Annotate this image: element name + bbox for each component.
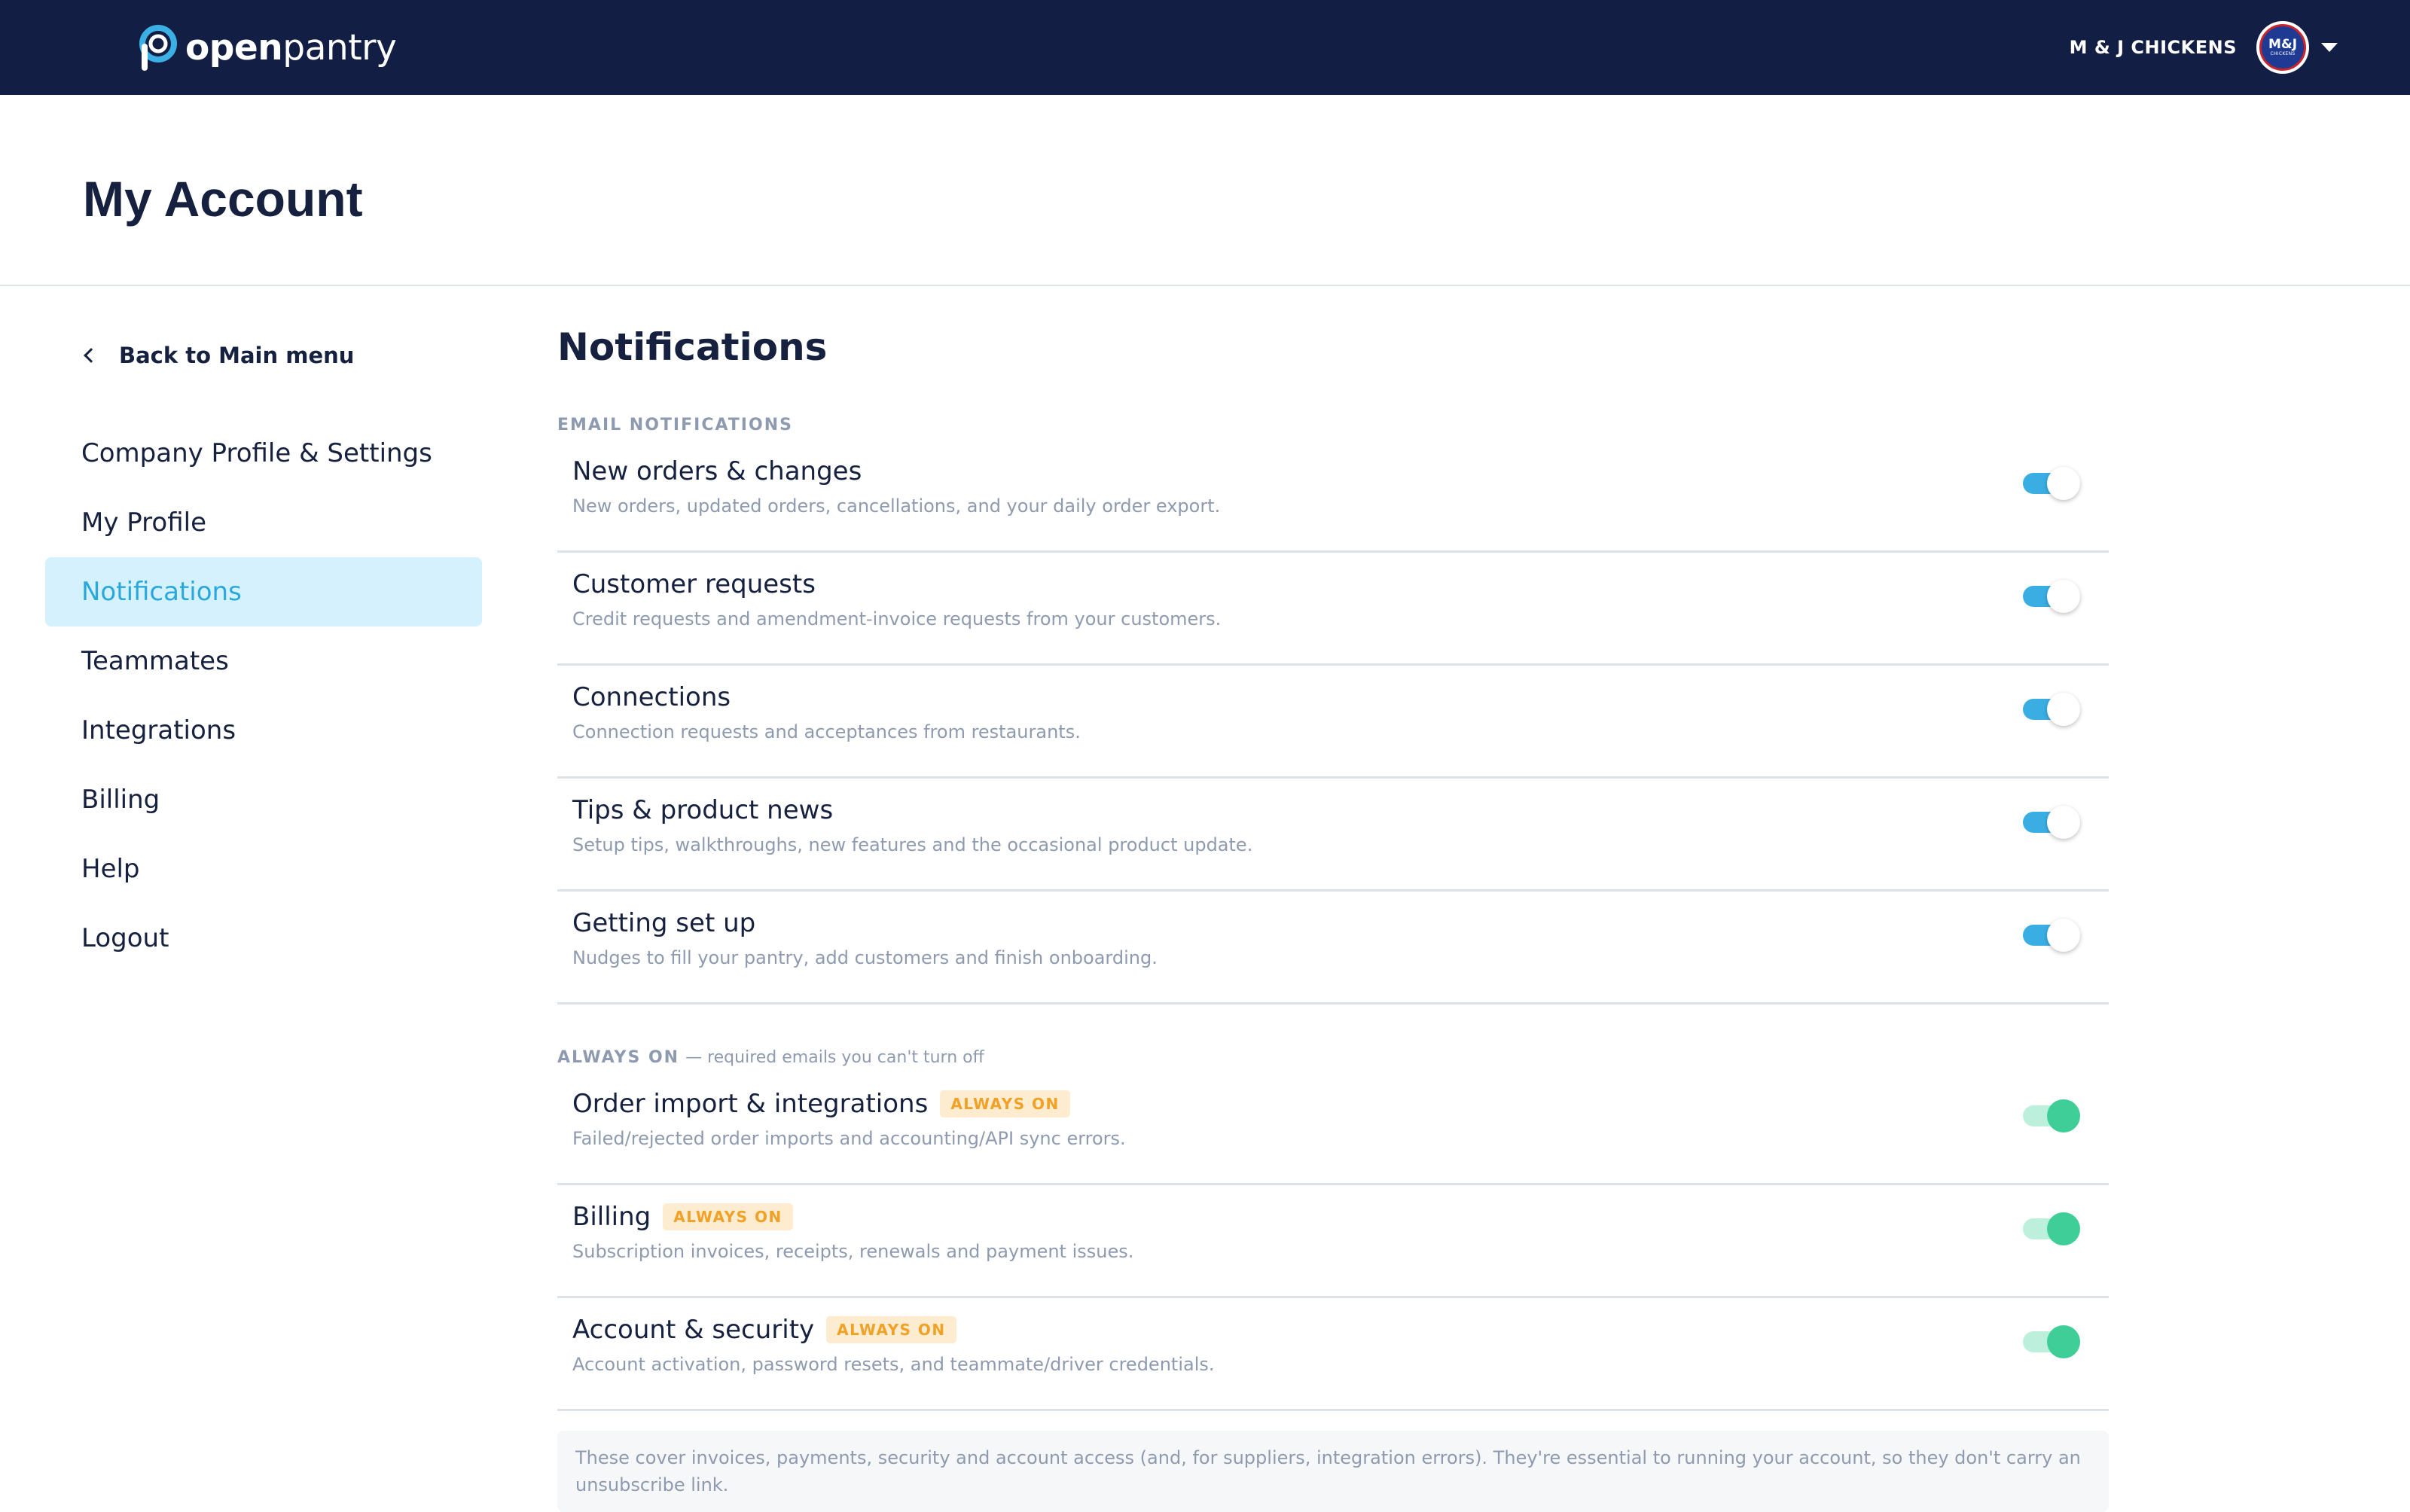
customer-requests-toggle[interactable]: [2023, 580, 2080, 614]
logo-wordmark: openpantry: [185, 26, 397, 69]
row-title: New orders & changes: [572, 456, 862, 486]
group-label-text: ALWAYS ON: [557, 1047, 680, 1067]
row-description: Nudges to fill your pantry, add customer…: [572, 947, 1158, 968]
account-security-toggle-locked: [2023, 1325, 2080, 1360]
row-description: Account activation, password resets, and…: [572, 1354, 1215, 1375]
page-header: My Account: [0, 95, 2410, 286]
row-title: Account & security: [572, 1315, 815, 1345]
notification-row-connections: Connections Connection requests and acce…: [557, 666, 2109, 779]
group-sublabel: — required emails you can't turn off: [685, 1047, 984, 1067]
row-description: Subscription invoices, receipts, renewal…: [572, 1241, 1134, 1262]
company-logo-icon: M&J CHICKENS: [2259, 24, 2306, 71]
chevron-down-icon[interactable]: [2321, 43, 2338, 52]
connections-toggle[interactable]: [2023, 693, 2080, 727]
notification-row-billing: Billing ALWAYS ON Subscription invoices,…: [557, 1185, 2109, 1298]
notification-row-account-security: Account & security ALWAYS ON Account act…: [557, 1298, 2109, 1411]
avatar-text: M&J: [2268, 36, 2298, 52]
always-on-label: ALWAYS ON — required emails you can't tu…: [557, 1042, 2109, 1072]
row-title: Billing: [572, 1202, 651, 1232]
always-on-note: These cover invoices, payments, security…: [557, 1431, 2109, 1512]
sidebar-item-company-profile[interactable]: Company Profile & Settings: [45, 419, 482, 488]
row-title: Tips & product news: [572, 795, 834, 825]
always-on-badge: ALWAYS ON: [663, 1203, 793, 1230]
email-notifications-label: EMAIL NOTIFICATIONS: [557, 410, 2109, 440]
row-title: Customer requests: [572, 569, 816, 599]
tips-toggle[interactable]: [2023, 806, 2080, 840]
getting-set-up-toggle[interactable]: [2023, 919, 2080, 953]
notification-row-customer-requests: Customer requests Credit requests and am…: [557, 553, 2109, 666]
sidebar-item-teammates[interactable]: Teammates: [45, 626, 482, 696]
row-description: New orders, updated orders, cancellation…: [572, 495, 1221, 517]
billing-toggle-locked: [2023, 1212, 2080, 1247]
row-title: Order import & integrations: [572, 1089, 929, 1119]
always-on-badge: ALWAYS ON: [940, 1090, 1070, 1117]
row-description: Failed/rejected order imports and accoun…: [572, 1128, 1126, 1149]
avatar[interactable]: M&J CHICKENS: [2256, 21, 2309, 74]
notification-row-new-orders: New orders & changes New orders, updated…: [557, 440, 2109, 553]
notification-row-order-import: Order import & integrations ALWAYS ON Fa…: [557, 1072, 2109, 1185]
page-title: My Account: [83, 171, 363, 227]
back-to-main-menu-link[interactable]: Back to Main menu: [81, 340, 354, 370]
row-description: Connection requests and acceptances from…: [572, 721, 1081, 742]
sidebar-nav: Company Profile & Settings My Profile No…: [45, 419, 482, 973]
company-name[interactable]: M & J CHICKENS: [2070, 37, 2237, 58]
row-title: Getting set up: [572, 908, 756, 938]
new-orders-toggle[interactable]: [2023, 467, 2080, 501]
sidebar-item-integrations[interactable]: Integrations: [45, 696, 482, 765]
sidebar-item-notifications[interactable]: Notifications: [45, 557, 482, 626]
sidebar-item-logout[interactable]: Logout: [45, 904, 482, 973]
section-title: Notifications: [557, 325, 828, 369]
group-label-text: EMAIL NOTIFICATIONS: [557, 415, 793, 434]
row-description: Credit requests and amendment-invoice re…: [572, 608, 1222, 629]
sidebar-item-my-profile[interactable]: My Profile: [45, 488, 482, 557]
openpantry-logo-icon: [139, 25, 177, 71]
back-link-label: Back to Main menu: [119, 343, 355, 368]
top-navbar: openpantry M & J CHICKENS M&J CHICKENS: [0, 0, 2410, 95]
account-menu[interactable]: M & J CHICKENS M&J CHICKENS: [2070, 21, 2338, 74]
openpantry-logo[interactable]: openpantry: [134, 23, 397, 72]
avatar-subtext: CHICKENS: [2270, 50, 2296, 56]
chevron-left-icon: [84, 348, 99, 363]
notification-row-tips: Tips & product news Setup tips, walkthro…: [557, 779, 2109, 892]
sidebar-item-help[interactable]: Help: [45, 834, 482, 904]
order-import-toggle-locked: [2023, 1099, 2080, 1134]
always-on-badge: ALWAYS ON: [826, 1316, 956, 1343]
notification-row-getting-set-up: Getting set up Nudges to fill your pantr…: [557, 892, 2109, 1004]
notifications-panel: Notifications EMAIL NOTIFICATIONS New or…: [557, 325, 2109, 1512]
sidebar-item-billing[interactable]: Billing: [45, 765, 482, 834]
row-description: Setup tips, walkthroughs, new features a…: [572, 834, 1253, 855]
row-title: Connections: [572, 682, 731, 712]
